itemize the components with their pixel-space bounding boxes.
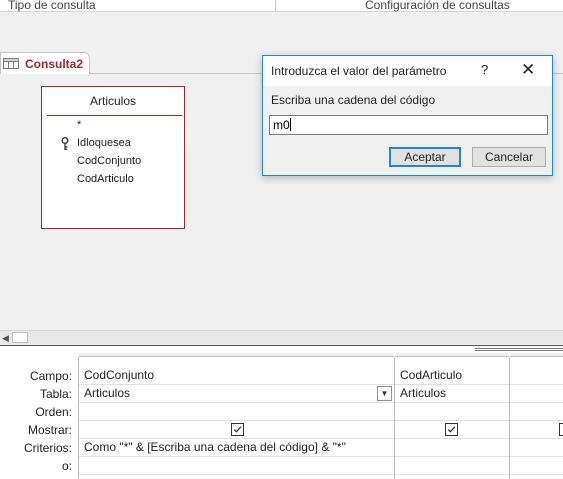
grid-row-labels: Campo: Tabla: Orden: Mostrar: Criterios:… <box>0 353 78 479</box>
cancel-button[interactable]: Cancelar <box>472 147 546 167</box>
cell-tabla[interactable]: Articulos <box>395 385 509 403</box>
help-icon[interactable]: ? <box>481 62 488 77</box>
show-checkbox[interactable] <box>445 423 458 436</box>
text-caret <box>289 118 291 131</box>
field-item-idloquesea[interactable]: Idloquesea <box>77 137 131 149</box>
close-icon[interactable]: ✕ <box>521 61 535 78</box>
cell-campo[interactable]: CodArticulo <box>395 367 509 385</box>
show-checkbox[interactable] <box>559 423 563 436</box>
field-list-title-divider <box>47 115 182 116</box>
row-label-mostrar: Mostrar: <box>27 423 72 437</box>
cell-orden[interactable] <box>79 403 394 421</box>
grid-column-3 <box>509 353 563 479</box>
cell-orden[interactable] <box>395 403 509 421</box>
chevron-down-icon[interactable]: ▼ <box>377 386 392 401</box>
field-list-articulos[interactable]: Articulos * Idloquesea CodConjunto CodAr… <box>41 86 185 229</box>
field-item-all[interactable]: * <box>77 119 81 131</box>
ribbon-group-configuracion: Configuración de consultas <box>365 0 510 12</box>
scrollbar-thumb[interactable] <box>12 332 28 343</box>
tab-consulta2[interactable]: Consulta2 <box>0 52 90 74</box>
cell-criterios[interactable] <box>395 439 509 457</box>
row-label-criterios: Criterios: <box>23 441 72 455</box>
design-area-scrollbar[interactable]: ◀ <box>0 330 563 344</box>
cell-mostrar <box>510 421 563 439</box>
tab-label: Consulta2 <box>25 57 84 71</box>
cell-mostrar <box>395 421 509 439</box>
query-grid: Campo: Tabla: Orden: Mostrar: Criterios:… <box>0 353 563 479</box>
cell-orden[interactable] <box>510 403 563 421</box>
dialog-body: Escriba una cadena del código m0 Aceptar… <box>263 86 552 175</box>
ribbon-separator <box>275 0 276 11</box>
column-selector[interactable] <box>79 353 394 357</box>
cell-tabla[interactable]: Articulos ▼ <box>79 385 394 403</box>
show-checkbox[interactable] <box>231 423 244 436</box>
parameter-prompt: Escriba una cadena del código <box>271 93 436 107</box>
ribbon-group-tipo-consulta: Tipo de consulta <box>8 0 96 12</box>
accept-button[interactable]: Aceptar <box>389 147 461 167</box>
field-item-codconjunto[interactable]: CodConjunto <box>77 155 141 167</box>
cell-campo[interactable]: CodConjunto <box>79 367 394 385</box>
ribbon-group-labels: Tipo de consulta Configuración de consul… <box>0 0 563 12</box>
grid-column-1: CodConjunto Articulos ▼ Como "*" & [Escr… <box>78 353 394 479</box>
row-label-o: o: <box>61 459 72 473</box>
cell-mostrar <box>79 421 394 439</box>
cell-o[interactable] <box>395 457 509 475</box>
row-label-orden: Orden: <box>35 405 72 419</box>
cell-o[interactable] <box>510 457 563 475</box>
parameter-input[interactable]: m0 <box>269 115 548 135</box>
query-design-icon <box>3 58 19 69</box>
pane-splitter[interactable] <box>0 345 563 353</box>
parameter-dialog: Introduzca el valor del parámetro ? ✕ Es… <box>262 55 553 176</box>
cell-campo[interactable] <box>510 367 563 385</box>
column-selector[interactable] <box>510 353 563 357</box>
cell-tabla-value: Articulos <box>84 386 131 400</box>
parameter-input-value: m0 <box>273 118 290 132</box>
cell-tabla[interactable] <box>510 385 563 403</box>
cell-criterios[interactable]: Como "*" & [Escriba una cadena del códig… <box>79 439 394 457</box>
row-label-tabla: Tabla: <box>39 387 72 401</box>
splitter-grip[interactable] <box>475 348 563 351</box>
row-label-campo: Campo: <box>29 369 72 383</box>
scroll-left-icon[interactable]: ◀ <box>2 333 9 344</box>
cell-o[interactable] <box>79 457 394 475</box>
field-item-codarticulo[interactable]: CodArticulo <box>77 173 134 185</box>
field-list-title: Articulos <box>89 94 136 108</box>
column-selector[interactable] <box>395 353 509 357</box>
dialog-title: Introduzca el valor del parámetro <box>271 64 447 78</box>
grid-column-2: CodArticulo Articulos <box>394 353 509 479</box>
cell-criterios[interactable] <box>510 439 563 457</box>
key-icon <box>61 137 69 150</box>
